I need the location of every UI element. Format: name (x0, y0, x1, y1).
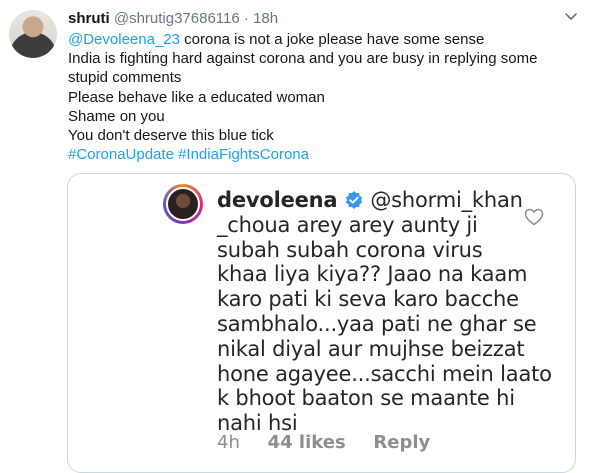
comment-line: devoleena @shormi_khan (217, 188, 547, 213)
comment-line: karo pati ki seva karo bacche (217, 287, 519, 312)
commenter-avatar (163, 184, 203, 224)
comment-likes: 44 likes (267, 432, 346, 453)
tweet-line: India is fighting hard against corona an… (68, 50, 538, 68)
author-avatar[interactable] (9, 10, 57, 58)
comment-footer: 4h 44 likes Reply (217, 432, 452, 453)
separator-dot: · (243, 10, 249, 27)
author-name[interactable]: shruti (68, 10, 110, 27)
comment-mention: @shormi_khan (370, 188, 523, 212)
chevron-down-icon[interactable] (563, 8, 579, 24)
tweet-line: Please behave like a educated woman (68, 88, 325, 106)
tweet-timestamp[interactable]: 18h (253, 10, 278, 27)
commenter-username: devoleena (217, 188, 338, 212)
comment-line-text: arey arey aunty ji (290, 212, 478, 237)
comment-line: khaa liya kiya?? Jaao na kaam (217, 262, 528, 287)
heart-outline-icon (524, 208, 544, 226)
tweet-text: @Devoleena_23 corona is not a joke pleas… (68, 30, 573, 164)
comment-line: nikal diyal aur mujhse beizzat (217, 336, 525, 361)
comment-line: subah subah corona virus (217, 237, 483, 262)
comment-line: hone agayee...sacchi mein laato (217, 361, 552, 386)
author-handle[interactable]: @shrutig37686116 (114, 10, 240, 27)
tweet-line: @Devoleena_23 corona is not a joke pleas… (68, 30, 573, 49)
tweet-header: shruti @shrutig37686116 · 18h (68, 10, 278, 27)
comment-line: k bhoot baaton se maante hi (217, 386, 515, 411)
comment-age: 4h (217, 432, 240, 453)
comment-line: _choua arey arey aunty ji (217, 213, 547, 238)
comment-line: sambhalo...yaa pati ne ghar se (217, 311, 537, 336)
tweet-line: You don't deserve this blue tick (68, 127, 274, 145)
comment-reply: Reply (373, 432, 431, 453)
comment-text: devoleena @shormi_khan _choua arey arey … (217, 188, 552, 436)
verified-badge-icon (345, 191, 363, 209)
tweet-line: Shame on you (68, 107, 165, 125)
quoted-image-card[interactable]: devoleena @shormi_khan _choua arey arey … (67, 173, 576, 473)
comment-mention: _choua (217, 212, 291, 237)
tweet-line: stupid comments (68, 69, 182, 87)
hashtag-links[interactable]: #CoronaUpdate #IndiaFightsCorona (68, 145, 573, 164)
tweet-line-text: corona is not a joke please have some se… (179, 31, 485, 48)
mention-link[interactable]: @Devoleena_23 (68, 31, 180, 48)
